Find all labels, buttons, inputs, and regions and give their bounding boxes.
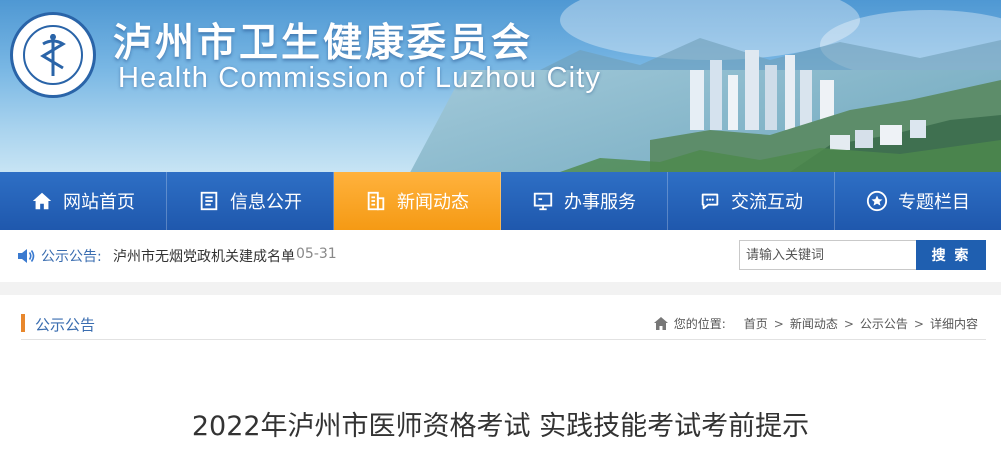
document-icon (200, 191, 218, 211)
nav-item-label: 网站首页 (63, 192, 135, 213)
chat-icon (701, 193, 719, 210)
trees-decoration (560, 140, 1001, 172)
notice-link[interactable]: 泸州市无烟党政机关建成名单 (113, 246, 295, 266)
breadcrumb-item-current: 详细内容 (929, 317, 978, 331)
nav-item-home[interactable]: 网站首页 (0, 172, 167, 230)
caduceus-icon (40, 34, 66, 76)
home-icon (32, 192, 52, 210)
nav-item-label: 办事服务 (564, 192, 636, 213)
nav-item-label: 信息公开 (230, 192, 302, 213)
breadcrumb-separator: > (773, 316, 784, 331)
article-title: 2022年泸州市医师资格考试 实践技能考试考前提示 (191, 411, 810, 442)
section-title: 公示公告 (35, 316, 96, 334)
speaker-icon (18, 249, 35, 263)
nav-item-label: 交流互动 (731, 192, 803, 213)
nav-item-info-public[interactable]: 信息公开 (167, 172, 334, 230)
nav-item-services[interactable]: 办事服务 (501, 172, 668, 230)
breadcrumb-item-home[interactable]: 首页 (744, 315, 768, 332)
star-icon (866, 190, 888, 212)
building-icon (367, 191, 385, 211)
section-accent-bar (21, 314, 25, 332)
site-title: 泸州市卫生健康委员会 (113, 21, 534, 66)
nav-item-news[interactable]: 新闻动态 (334, 172, 501, 230)
logo-emblem (23, 25, 83, 85)
monitor-icon (533, 192, 553, 211)
nav-item-interaction[interactable]: 交流互动 (668, 172, 835, 230)
header-banner: 泸州市卫生健康委员会 Health Commission of Luzhou C… (0, 0, 1001, 172)
breadcrumb: 您的位置: 首页 > 新闻动态 > 公示公告 > 详细内容 (653, 315, 978, 332)
nav-item-label: 专题栏目 (898, 192, 970, 213)
home-icon (653, 317, 668, 330)
nav-item-topics[interactable]: 专题栏目 (835, 172, 1001, 230)
breadcrumb-separator: > (843, 316, 854, 331)
logo[interactable] (10, 12, 96, 98)
breadcrumb-separator: > (913, 316, 924, 331)
nav-item-label: 新闻动态 (397, 192, 469, 213)
breadcrumb-item-notice[interactable]: 公示公告 (860, 315, 908, 332)
notice-label: 公示公告: (41, 249, 102, 265)
section-divider (21, 339, 986, 340)
breadcrumb-item-news[interactable]: 新闻动态 (790, 315, 838, 332)
main-nav: 网站首页 信息公开 新闻动态 办事服务 交流互动 专题栏目 (0, 172, 1001, 230)
search-button[interactable]: 搜 索 (916, 240, 986, 270)
page: 泸州市卫生健康委员会 Health Commission of Luzhou C… (0, 0, 1001, 459)
search-input[interactable] (739, 240, 917, 270)
breadcrumb-prefix: 您的位置: (673, 317, 726, 331)
site-title-english: Health Commission of Luzhou City (118, 62, 602, 94)
notice-date: 05-31 (296, 246, 337, 262)
